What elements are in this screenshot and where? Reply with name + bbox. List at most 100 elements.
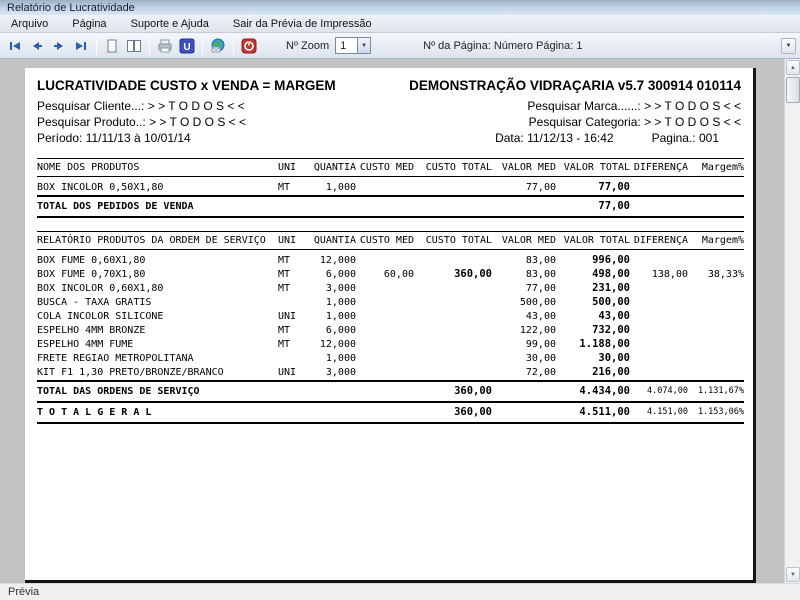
globe-icon [210, 38, 226, 54]
header-cell: VALOR MED [492, 158, 556, 177]
filter-categoria-value: > > T O D O S < < [644, 115, 741, 129]
scrollbar-thumb[interactable] [786, 77, 800, 103]
vertical-scrollbar[interactable]: ▲ ▼ [784, 59, 800, 583]
arrow-down-icon: ▼ [790, 571, 796, 578]
ordens-table-header: RELATÓRIO PRODUTOS DA ORDEM DE SERVIÇO UN… [37, 231, 744, 250]
cell [356, 195, 414, 218]
table-row: BOX INCOLOR 0,60X1,80 MT 3,000 77,00 231,00 [37, 282, 744, 296]
header-cell: VALOR TOTAL [556, 158, 630, 177]
cell: TOTAL DAS ORDENS DE SERVIÇO [37, 380, 278, 402]
menubar: Arquivo Página Suporte e Ajuda Sair da P… [0, 16, 800, 33]
export-web-button[interactable] [207, 36, 229, 56]
table-row: ESPELHO 4MM FUME MT 12,000 99,00 1.188,00 [37, 338, 744, 352]
cell: 996,00 [592, 254, 630, 266]
toolbar-separator [233, 36, 234, 55]
menu-pagina[interactable]: Página [69, 17, 109, 31]
scroll-up-button[interactable]: ▲ [786, 60, 800, 75]
cell [630, 310, 688, 324]
cell: 498,00 [592, 268, 630, 280]
header-cell: VALOR MED [492, 231, 556, 250]
header-cell: QUANTIA [306, 231, 356, 250]
menu-suporte-e-ajuda[interactable]: Suporte e Ajuda [128, 17, 212, 31]
table-row: BOX FUME 0,60X1,80 MT 12,000 83,00 996,00 [37, 250, 744, 269]
cell: 4.511,00 [556, 401, 630, 424]
cell: 500,00 [592, 296, 630, 308]
table-row: BUSCA - TAXA GRATIS 1,000 500,00 500,00 [37, 296, 744, 310]
report-page: LUCRATIVIDADE CUSTO x VENDA = MARGEM DEM… [25, 68, 756, 583]
filter-marca-value: > > T O D O S < < [644, 99, 741, 113]
cell: 6,000 [325, 269, 356, 280]
filters-row-1: Pesquisar Cliente...: > > T O D O S < < … [37, 99, 741, 113]
cell: 77,00 [556, 195, 630, 218]
cell [630, 338, 688, 352]
print-options-icon: U [179, 38, 195, 54]
first-page-icon [7, 38, 23, 54]
cell [630, 366, 688, 381]
table-row: KIT F1 1,30 PRETO/BRONZE/BRANCO UNI 3,000 7… [37, 366, 744, 381]
cell: 4.151,00 [630, 401, 688, 424]
header-cell: DIFERENÇA [630, 231, 688, 250]
report-title-left: LUCRATIVIDADE CUSTO x VENDA = MARGEM [37, 78, 336, 93]
cell [630, 296, 688, 310]
chevron-down-icon[interactable]: ▼ [357, 38, 371, 53]
ordens-table-body: BOX FUME 0,60X1,80 MT 12,000 83,00 996,00 BOX… [37, 250, 744, 424]
cell: 360,00 [414, 401, 492, 424]
two-page-view-button[interactable] [123, 36, 145, 56]
cell [306, 401, 356, 424]
zoom-select[interactable]: 1 ▼ [335, 37, 372, 54]
cell: 6,000 [325, 325, 356, 336]
cell: 77,00 [598, 181, 630, 193]
cell: 30,00 [525, 353, 556, 364]
last-page-icon [73, 38, 89, 54]
cell [414, 282, 492, 296]
power-icon [241, 38, 257, 54]
cell: BOX INCOLOR 0,50X1,80 [37, 182, 164, 193]
app-window: Relatório de Lucratividade Arquivo Págin… [0, 0, 800, 600]
cell [688, 338, 744, 352]
cell [306, 195, 356, 218]
cell: TOTAL DOS PEDIDOS DE VENDA [37, 195, 278, 218]
cell [306, 380, 356, 402]
next-page-icon [51, 38, 67, 54]
header-cell: Margem% [688, 231, 744, 250]
cell [356, 250, 414, 269]
single-page-icon [104, 38, 120, 54]
filter-produto-value: > > T O D O S < < [149, 115, 247, 129]
cell: MT [278, 182, 291, 193]
print-options-button[interactable]: U [176, 36, 198, 56]
cell [278, 352, 306, 366]
scroll-down-button[interactable]: ▼ [786, 567, 800, 582]
first-page-button[interactable] [4, 36, 26, 56]
cell [356, 338, 414, 352]
next-page-button[interactable] [48, 36, 70, 56]
report-datetime: Data: 11/12/13 - 16:42 [495, 131, 614, 145]
status-text: Prévia [8, 586, 40, 598]
table-row: BOX FUME 0,70X1,80 MT 6,000 60,00 360,00 83,0… [37, 268, 744, 282]
filter-marca-label: Pesquisar Marca......: [527, 99, 641, 113]
cell: MT [278, 283, 291, 294]
cell: 30,00 [598, 352, 630, 364]
cell [414, 177, 492, 197]
cell: 1,000 [325, 297, 356, 308]
cell [356, 324, 414, 338]
cell: 4.074,00 [630, 380, 688, 402]
filter-marca: Pesquisar Marca......: > > T O D O S < < [527, 99, 741, 113]
pedidos-table: NOME DOS PRODUTOS UNI QUANTIA CUSTO MED CUST… [37, 158, 744, 218]
cell [630, 250, 688, 269]
preview-workspace: LUCRATIVIDADE CUSTO x VENDA = MARGEM DEM… [0, 59, 800, 583]
cell: MT [278, 325, 291, 336]
cell: 12,000 [319, 255, 356, 266]
last-page-button[interactable] [70, 36, 92, 56]
previous-page-button[interactable] [26, 36, 48, 56]
single-page-view-button[interactable] [101, 36, 123, 56]
cell: KIT F1 1,30 PRETO/BRONZE/BRANCO [37, 367, 224, 378]
menu-sair-da-previa[interactable]: Sair da Prévia de Impressão [230, 17, 375, 31]
print-button[interactable] [154, 36, 176, 56]
cell [356, 380, 414, 402]
menu-arquivo[interactable]: Arquivo [8, 17, 51, 31]
close-preview-button[interactable] [238, 36, 260, 56]
cell [414, 310, 492, 324]
toolbar-overflow-button[interactable]: ▼ [781, 37, 796, 54]
cell: 83,00 [525, 269, 556, 280]
titlebar[interactable]: Relatório de Lucratividade [0, 0, 800, 16]
